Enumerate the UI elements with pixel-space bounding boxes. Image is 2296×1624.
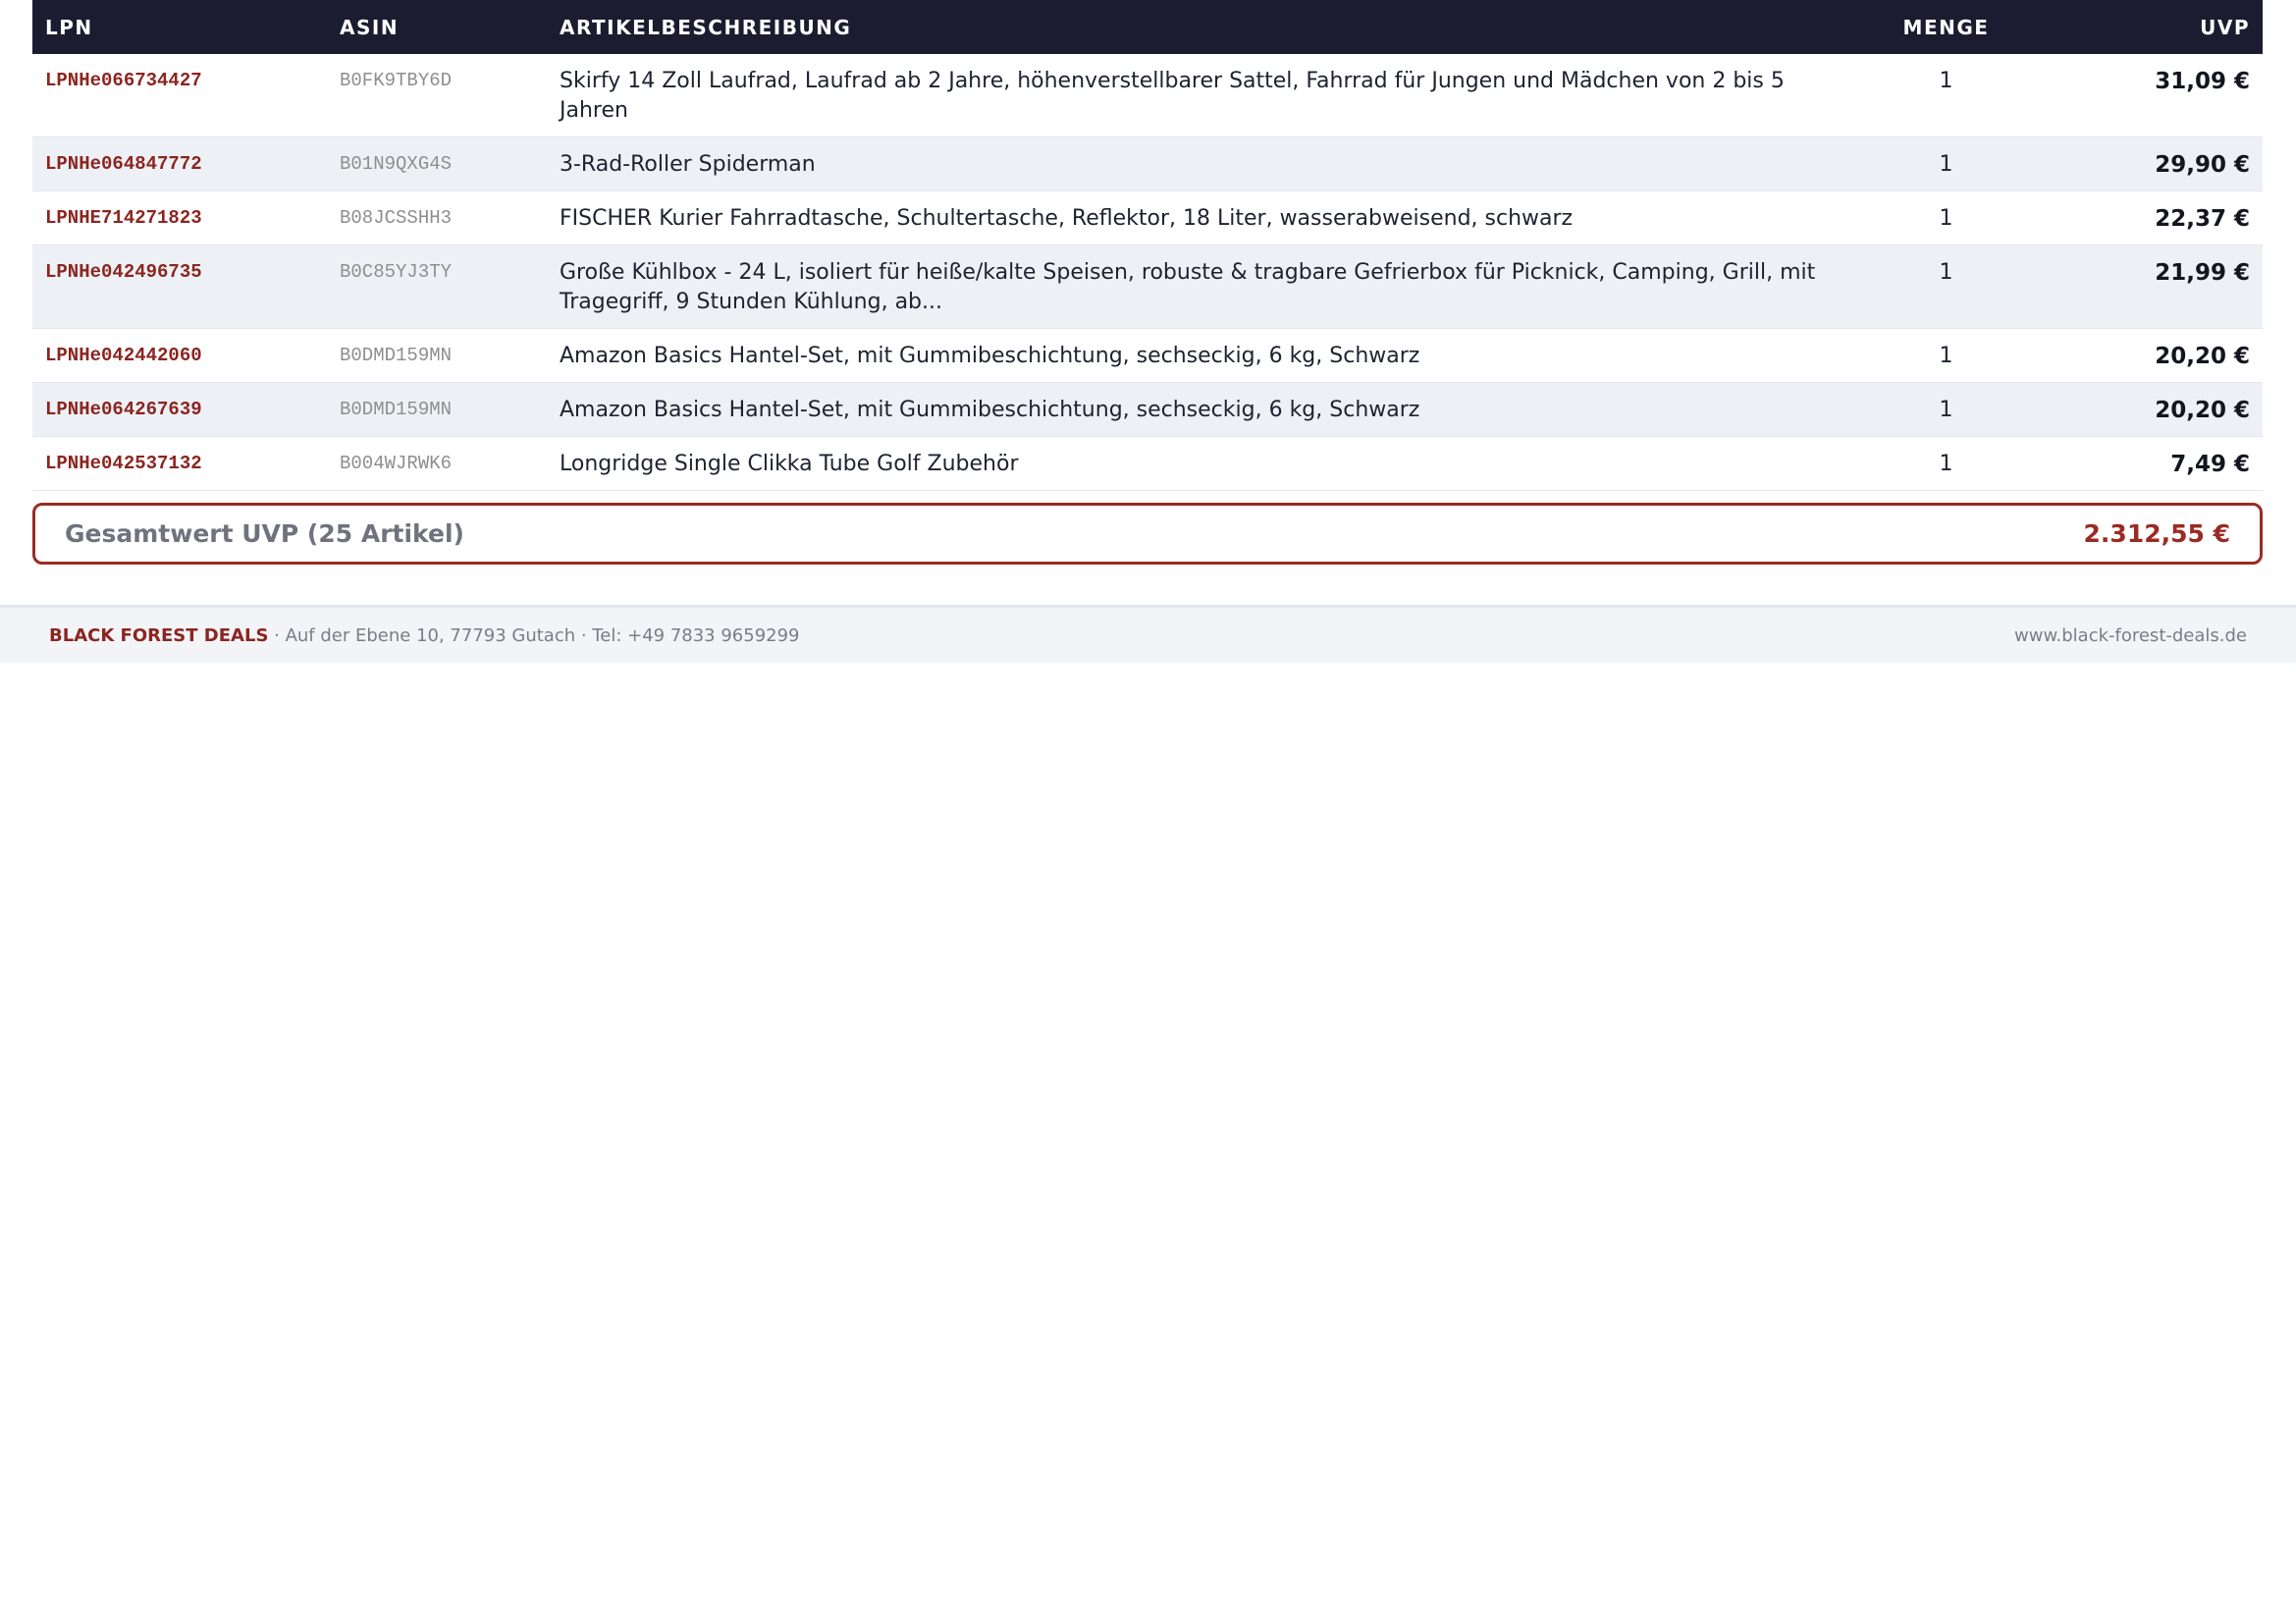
row-quantity: 1 xyxy=(1939,398,1953,422)
row-uvp: 31,09 € xyxy=(2155,69,2250,94)
footer-address: · Auf der Ebene 10, 77793 Gutach · Tel: … xyxy=(268,624,800,646)
row-lpn: LPNHe064847772 xyxy=(45,153,202,175)
row-lpn: LPNHe064267639 xyxy=(45,399,202,420)
row-uvp: 20,20 € xyxy=(2155,344,2250,369)
footer-brand: BLACK FOREST DEALS xyxy=(49,624,269,646)
row-asin: B0DMD159MN xyxy=(340,399,453,420)
row-asin: B0C85YJ3TY xyxy=(340,261,453,283)
invoice-page: LPN ASIN ARTIKELBESCHREIBUNG MENGE UVP L… xyxy=(0,0,2296,1624)
row-quantity: 1 xyxy=(1939,260,1953,285)
row-description: Amazon Basics Hantel-Set, mit Gummibesch… xyxy=(560,344,1420,368)
row-uvp: 29,90 € xyxy=(2155,152,2250,178)
row-quantity: 1 xyxy=(1939,452,1953,476)
row-lpn: LPNHe042496735 xyxy=(45,261,202,283)
header-quantity: MENGE xyxy=(1902,15,1990,39)
table-row: LPNHe042537132 B004WJRWK6 Longridge Sing… xyxy=(32,437,2263,491)
footer-website[interactable]: www.black-forest-deals.de xyxy=(2014,625,2247,646)
header-description: ARTIKELBESCHREIBUNG xyxy=(560,15,852,39)
row-asin: B0DMD159MN xyxy=(340,345,453,366)
row-description: Longridge Single Clikka Tube Golf Zubehö… xyxy=(560,452,1019,476)
header-asin: ASIN xyxy=(340,15,400,39)
row-uvp: 21,99 € xyxy=(2155,260,2250,286)
table-row: LPNHe042442060 B0DMD159MN Amazon Basics … xyxy=(32,329,2263,383)
row-description: FISCHER Kurier Fahrradtasche, Schulterta… xyxy=(560,206,1574,231)
row-quantity: 1 xyxy=(1939,206,1953,231)
row-description: Amazon Basics Hantel-Set, mit Gummibesch… xyxy=(560,398,1420,422)
row-asin: B0FK9TBY6D xyxy=(340,70,453,91)
row-quantity: 1 xyxy=(1939,152,1953,177)
row-quantity: 1 xyxy=(1939,344,1953,368)
row-lpn: LPNHe066734427 xyxy=(45,70,202,91)
row-asin: B01N9QXG4S xyxy=(340,153,453,175)
table-row: LPNHE714271823 B08JCSSHH3 FISCHER Kurier… xyxy=(32,191,2263,245)
table-header: LPN ASIN ARTIKELBESCHREIBUNG MENGE UVP xyxy=(32,0,2263,54)
row-uvp: 22,37 € xyxy=(2155,206,2250,232)
row-uvp: 7,49 € xyxy=(2170,452,2250,477)
table-row: LPNHe064847772 B01N9QXG4S 3-Rad-Roller S… xyxy=(32,137,2263,191)
total-summary: Gesamtwert UVP (25 Artikel) 2.312,55 € xyxy=(32,503,2263,565)
row-lpn: LPNHe042442060 xyxy=(45,345,202,366)
row-asin: B08JCSSHH3 xyxy=(340,207,453,229)
row-lpn: LPNHe042537132 xyxy=(45,453,202,474)
table-row: LPNHe066734427 B0FK9TBY6D Skirfy 14 Zoll… xyxy=(32,54,2263,137)
footer-company: BLACK FOREST DEALS · Auf der Ebene 10, 7… xyxy=(49,625,800,646)
row-lpn: LPNHE714271823 xyxy=(45,207,202,229)
row-description: 3-Rad-Roller Spiderman xyxy=(560,152,816,177)
header-uvp: UVP xyxy=(2200,15,2250,39)
total-value: 2.312,55 € xyxy=(2083,519,2230,548)
items-table: LPN ASIN ARTIKELBESCHREIBUNG MENGE UVP L… xyxy=(32,0,2263,491)
header-lpn: LPN xyxy=(45,15,93,39)
table-row: LPNHe064267639 B0DMD159MN Amazon Basics … xyxy=(32,383,2263,437)
total-label: Gesamtwert UVP (25 Artikel) xyxy=(65,519,464,548)
page-footer: BLACK FOREST DEALS · Auf der Ebene 10, 7… xyxy=(0,605,2296,663)
row-asin: B004WJRWK6 xyxy=(340,453,453,474)
row-description: Große Kühlbox - 24 L, isoliert für heiße… xyxy=(560,260,1816,314)
row-description: Skirfy 14 Zoll Laufrad, Laufrad ab 2 Jah… xyxy=(560,69,1785,123)
row-quantity: 1 xyxy=(1939,69,1953,93)
row-uvp: 20,20 € xyxy=(2155,398,2250,423)
table-row: LPNHe042496735 B0C85YJ3TY Große Kühlbox … xyxy=(32,245,2263,329)
